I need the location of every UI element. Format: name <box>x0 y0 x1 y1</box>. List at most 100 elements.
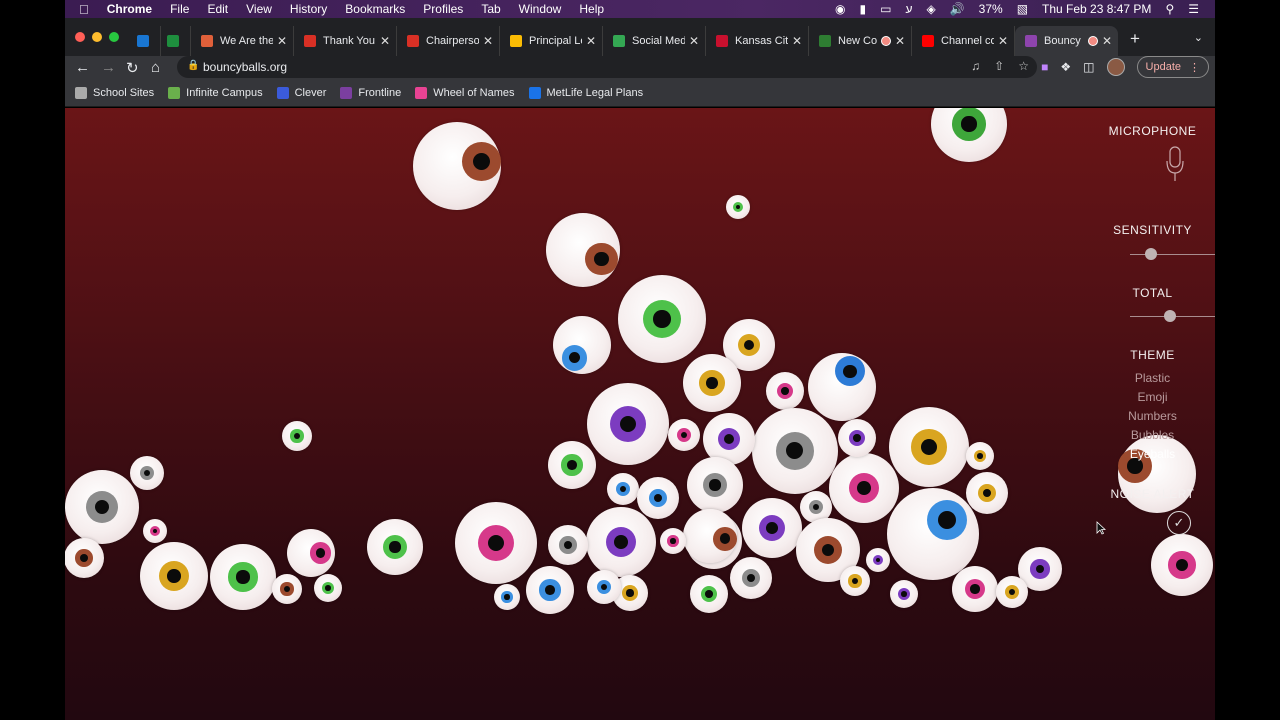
audio-icon[interactable]: ▮ <box>860 2 867 16</box>
theme-option-bubbles[interactable]: Bubbles <box>1090 428 1215 442</box>
close-tab-icon[interactable]: ✕ <box>895 34 905 48</box>
wheel-icon <box>415 87 428 99</box>
theme-option-numbers[interactable]: Numbers <box>1090 409 1215 423</box>
screen-record-icon[interactable]: ◉ <box>835 2 845 16</box>
profile-avatar[interactable] <box>1106 58 1125 76</box>
tab-2[interactable]: We Are the ✕ <box>191 26 294 56</box>
extension-icon[interactable]: ■ <box>1041 60 1048 74</box>
eyeball-pupil <box>545 585 555 595</box>
address-bar[interactable]: 🔒 bouncyballs.org ♫ ⇧ ☆ <box>177 56 1037 78</box>
menu-file[interactable]: File <box>170 2 189 17</box>
bouncy-balls-canvas[interactable]: MICROPHONE SENSITIVITY TOTAL THEME Plast… <box>65 108 1215 720</box>
menu-help[interactable]: Help <box>579 2 604 17</box>
tab-6[interactable]: Social Med ✕ <box>603 26 706 56</box>
reload-icon[interactable]: ↻ <box>126 59 139 77</box>
tab-10[interactable]: Bouncy ✕ <box>1015 26 1118 56</box>
bookmark-label: School Sites <box>93 87 155 99</box>
tab-4[interactable]: Chairperso ✕ <box>397 26 500 56</box>
close-tab-icon[interactable]: ✕ <box>483 34 493 48</box>
eyeball-pupil <box>504 594 510 600</box>
wifi-icon[interactable]: ◈ <box>926 2 935 16</box>
clock[interactable]: Thu Feb 23 8:47 PM <box>1042 2 1151 16</box>
lock-icon[interactable]: 🔒 <box>187 60 199 71</box>
tab-0[interactable] <box>131 26 161 56</box>
drive-icon <box>510 35 522 47</box>
spotlight-icon[interactable]: ⚲ <box>1165 2 1174 16</box>
tab-7[interactable]: Kansas City ✕ <box>706 26 809 56</box>
minimize-window-button[interactable] <box>92 32 102 42</box>
bookmark-item[interactable]: Clever <box>276 87 326 99</box>
close-tab-icon[interactable]: ✕ <box>277 34 287 48</box>
update-label: Update <box>1145 61 1181 73</box>
close-tab-icon[interactable]: ✕ <box>998 34 1008 48</box>
eyeball <box>455 502 537 584</box>
close-tab-icon[interactable]: ✕ <box>586 34 596 48</box>
extensions-puzzle-icon[interactable]: ❖ <box>1060 60 1071 74</box>
eyeball <box>742 498 802 558</box>
bookmark-item[interactable]: Frontline <box>340 87 401 99</box>
menu-edit[interactable]: Edit <box>207 2 228 17</box>
bookmark-item[interactable]: School Sites <box>75 87 154 99</box>
bookmark-star-icon[interactable]: ☆ <box>1018 59 1029 73</box>
theme-option-plastic[interactable]: Plastic <box>1090 371 1215 385</box>
menu-history[interactable]: History <box>290 2 327 17</box>
menu-profiles[interactable]: Profiles <box>423 2 463 17</box>
menu-window[interactable]: Window <box>519 2 562 17</box>
eyeball-iris <box>622 585 638 601</box>
total-slider[interactable] <box>1130 310 1215 322</box>
eyeball-pupil <box>743 339 755 351</box>
new-tab-button[interactable]: + <box>1130 29 1140 49</box>
close-tab-icon[interactable]: ✕ <box>380 34 390 48</box>
volume-icon[interactable]: 🔊 <box>950 2 965 16</box>
share-icon[interactable]: ⇧ <box>994 59 1004 73</box>
home-icon[interactable]: ⌂ <box>151 59 160 76</box>
sheets-icon <box>167 35 179 47</box>
eyeball <box>752 408 838 494</box>
tab-3[interactable]: Thank You ✕ <box>294 26 397 56</box>
menu-bookmarks[interactable]: Bookmarks <box>345 2 405 17</box>
back-icon[interactable]: ← <box>75 59 90 76</box>
zoom-window-button[interactable] <box>109 32 119 42</box>
tab-8[interactable]: New Co ✕ <box>809 26 912 56</box>
tab-search-icon[interactable]: ⌄ <box>1194 31 1203 44</box>
battery-icon[interactable]: ▧ <box>1017 2 1028 16</box>
control-center-icon[interactable]: ☰ <box>1188 2 1199 16</box>
eyeball-pupil <box>766 522 778 534</box>
close-tab-icon[interactable]: ✕ <box>792 34 802 48</box>
sensitivity-slider[interactable] <box>1130 248 1215 260</box>
eyeball <box>683 509 737 563</box>
noise-alert-checkmark-icon[interactable]: ✓ <box>1167 511 1191 535</box>
app-menu-chrome[interactable]: Chrome <box>107 2 152 17</box>
microphone-icon[interactable] <box>1166 146 1184 182</box>
menu-view[interactable]: View <box>246 2 272 17</box>
close-tab-icon[interactable]: ✕ <box>1102 34 1112 48</box>
airplay-icon[interactable]: ▭ <box>880 2 891 16</box>
bookmark-item[interactable]: MetLife Legal Plans <box>528 87 643 99</box>
eyeball-pupil <box>472 152 491 171</box>
forward-icon[interactable]: → <box>101 59 116 76</box>
bluetooth-icon[interactable]: ע <box>905 2 912 16</box>
tab-title: Principal Le <box>529 35 582 47</box>
bookmark-item[interactable]: Wheel of Names <box>415 87 515 99</box>
microphone-search-icon[interactable]: ♫ <box>971 59 980 73</box>
bookmarks-bar: School Sites Infinite Campus Clever Frontli… <box>65 80 1215 107</box>
update-button[interactable]: Update ⋮ <box>1136 56 1209 78</box>
eyeball-pupil <box>614 535 628 549</box>
url-text[interactable]: bouncyballs.org <box>203 60 287 74</box>
sensitivity-slider-knob[interactable] <box>1145 248 1158 260</box>
theme-option-eyeballs[interactable]: Eyeballs <box>1090 447 1215 461</box>
battery-percent[interactable]: 37% <box>979 2 1003 16</box>
close-window-button[interactable] <box>75 32 85 42</box>
close-tab-icon[interactable]: ✕ <box>689 34 699 48</box>
eyeball-pupil <box>843 364 857 379</box>
side-panel-icon[interactable]: ◫ <box>1083 60 1094 74</box>
eyeball-pupil <box>284 586 290 592</box>
menu-tab[interactable]: Tab <box>481 2 500 17</box>
bookmark-item[interactable]: Infinite Campus <box>168 87 263 99</box>
tab-5[interactable]: Principal Le ✕ <box>500 26 603 56</box>
tab-9[interactable]: Channel co ✕ <box>912 26 1015 56</box>
theme-option-emoji[interactable]: Emoji <box>1090 390 1215 404</box>
total-slider-knob[interactable] <box>1164 310 1177 322</box>
tab-1[interactable] <box>161 26 191 56</box>
apple-icon[interactable]:  <box>79 2 89 17</box>
